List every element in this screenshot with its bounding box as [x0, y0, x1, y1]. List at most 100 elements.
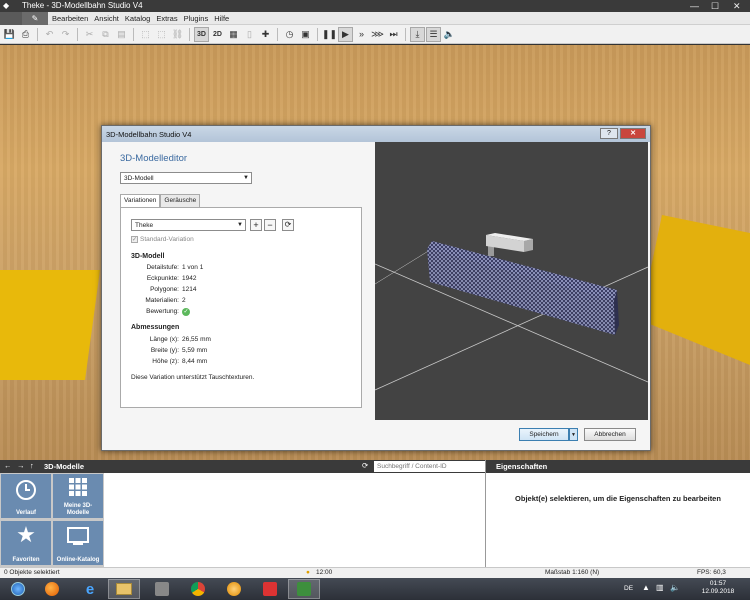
pen-icon[interactable]: ✎ [22, 12, 48, 25]
faster-forward-icon[interactable]: ⋙ [370, 27, 385, 42]
save-button[interactable]: Speichern [519, 428, 569, 441]
dim-value: 5,59 mm [182, 347, 208, 354]
menu-extras[interactable]: Extras [156, 14, 177, 23]
dim-value: 8,44 mm [182, 358, 208, 365]
tile-label: Favoriten [12, 556, 40, 563]
menu-bar: ✎ Bearbeiten Ansicht Katalog Extras Plug… [0, 12, 750, 25]
fast-forward-icon[interactable]: » [354, 27, 369, 42]
model-type-select[interactable]: 3D-Modell ▼ [120, 172, 252, 184]
explorer-icon[interactable] [108, 579, 140, 599]
menu-hilfe[interactable]: Hilfe [214, 14, 229, 23]
firefox-icon[interactable] [36, 579, 68, 599]
language-indicator[interactable]: DE [624, 585, 633, 592]
ungroup-icon[interactable]: ⬚ [154, 27, 169, 42]
up-arrow-icon[interactable]: ↑ [30, 461, 34, 470]
tile-verlauf[interactable]: Verlauf [1, 474, 51, 518]
chrome-icon[interactable] [182, 579, 214, 599]
settings-icon[interactable] [218, 579, 250, 599]
menu-katalog[interactable]: Katalog [125, 14, 150, 23]
print-icon[interactable]: ⎙ [18, 27, 33, 42]
add-variation-button[interactable]: + [250, 219, 262, 231]
cut-icon[interactable]: ✂ [82, 27, 97, 42]
taskbar-clock[interactable]: 01:57 12.09.2018 [688, 580, 748, 596]
close-icon[interactable]: ✕ [733, 1, 741, 12]
refresh-icon[interactable]: ⟳ [282, 219, 294, 231]
tab-geraeusche[interactable]: Geräusche [160, 194, 201, 207]
chevron-down-icon: ▼ [237, 222, 243, 228]
tray-arrow-icon[interactable]: ▲ [642, 583, 650, 592]
save-icon[interactable]: 💾 [2, 27, 17, 42]
pause-icon[interactable]: ❚❚ [322, 27, 337, 42]
variation-select[interactable]: Theke ▼ [131, 219, 246, 231]
model-preview-viewport[interactable] [374, 142, 649, 420]
copy-icon[interactable]: ⧉ [98, 27, 113, 42]
dialog-close-button[interactable]: ✕ [620, 128, 646, 139]
forward-arrow-icon[interactable]: → [17, 461, 25, 470]
minimize-icon[interactable]: — [690, 1, 699, 11]
clock-date: 12.09.2018 [701, 588, 735, 595]
standard-variation-checkbox[interactable]: ✓ Standard-Variation [131, 236, 194, 243]
dialog-title-bar: 3D-Modellbahn Studio V4 ? ✕ [102, 126, 650, 142]
prop-value: 1214 [182, 286, 197, 293]
modellbahn-icon[interactable] [288, 579, 320, 599]
refresh-icon[interactable]: ⟳ [362, 461, 368, 470]
search-input[interactable] [374, 461, 485, 472]
redo-icon[interactable]: ↷ [58, 27, 73, 42]
undo-icon[interactable]: ↶ [42, 27, 57, 42]
back-arrow-icon[interactable]: ← [4, 461, 12, 470]
menu-ansicht[interactable]: Ansicht [94, 14, 119, 23]
tile-favoriten[interactable]: ★ Favoriten [1, 521, 51, 565]
view-2d-button[interactable]: 2D [210, 27, 225, 42]
model-type-value: 3D-Modell [124, 175, 154, 182]
scale-status: Maßstab 1:160 (N) [545, 569, 600, 576]
tile-online-katalog[interactable]: Online-Katalog [53, 521, 103, 565]
download-icon[interactable]: ⤓ [410, 26, 425, 42]
grid-icon[interactable]: ▦ [226, 27, 241, 42]
star-icon: ★ [16, 522, 36, 547]
app-red-icon[interactable] [254, 579, 286, 599]
list-icon[interactable]: ☰ [426, 26, 441, 42]
dim-row: Länge (x): [149, 336, 179, 343]
link-icon[interactable]: ⛓ [170, 27, 185, 42]
volume-icon[interactable]: 🔈 [670, 583, 680, 592]
save-dropdown-button[interactable]: ▼ [569, 428, 578, 441]
ie-icon[interactable]: e [74, 579, 106, 599]
menu-plugins[interactable]: Plugins [184, 14, 209, 23]
tab-bar: Variationen Geräusche [120, 194, 201, 207]
speaker-icon[interactable]: 🔈 [442, 27, 457, 42]
help-button[interactable]: ? [600, 128, 618, 139]
variation-panel: Theke ▼ + − ⟳ ✓ Standard-Variation 3D-Mo… [120, 207, 362, 408]
cancel-button[interactable]: Abbrechen [584, 428, 636, 441]
clock-icon [16, 480, 36, 500]
dim-value: 26,55 mm [182, 336, 211, 343]
network-icon[interactable]: ▥ [656, 583, 664, 592]
paste-icon[interactable]: ▤ [114, 27, 129, 42]
clock-time: 01:57 [709, 580, 727, 587]
editor-title: 3D-Modelleditor [120, 153, 188, 164]
properties-message: Objekt(e) selektieren, um die Eigenschaf… [515, 494, 721, 503]
menu-bearbeiten[interactable]: Bearbeiten [52, 14, 88, 23]
panel-divider[interactable] [485, 460, 486, 567]
tile-label: Online-Katalog [56, 556, 100, 563]
start-button[interactable] [2, 579, 34, 599]
view-3d-button[interactable]: 3D [194, 26, 209, 42]
dialog-button-bar: Speichern ▼ Abbrechen [102, 420, 650, 450]
app-menu-button[interactable] [0, 12, 22, 25]
play-icon[interactable]: ▶ [338, 26, 353, 42]
add-icon[interactable]: ✚ [258, 27, 273, 42]
tile-meine-3d-modelle[interactable]: Meine 3D-Modelle [53, 474, 103, 518]
maximize-icon[interactable]: ☐ [711, 1, 719, 12]
fastest-forward-icon[interactable]: ⏭ [386, 27, 401, 42]
app-icon[interactable] [146, 579, 178, 599]
group-icon[interactable]: ⬚ [138, 27, 153, 42]
battery-icon[interactable]: ▯ [242, 27, 257, 42]
calendar-icon[interactable]: ▣ [298, 27, 313, 42]
yellow-object [0, 270, 100, 380]
remove-variation-button[interactable]: − [264, 219, 276, 231]
prop-value: 1942 [182, 275, 197, 282]
clock-icon[interactable]: ◷ [282, 27, 297, 42]
properties-header: Eigenschaften [486, 460, 750, 473]
prop-value: 2 [182, 297, 186, 304]
selection-status: 0 Objekte selektiert [4, 569, 60, 576]
tab-variationen[interactable]: Variationen [120, 194, 161, 207]
